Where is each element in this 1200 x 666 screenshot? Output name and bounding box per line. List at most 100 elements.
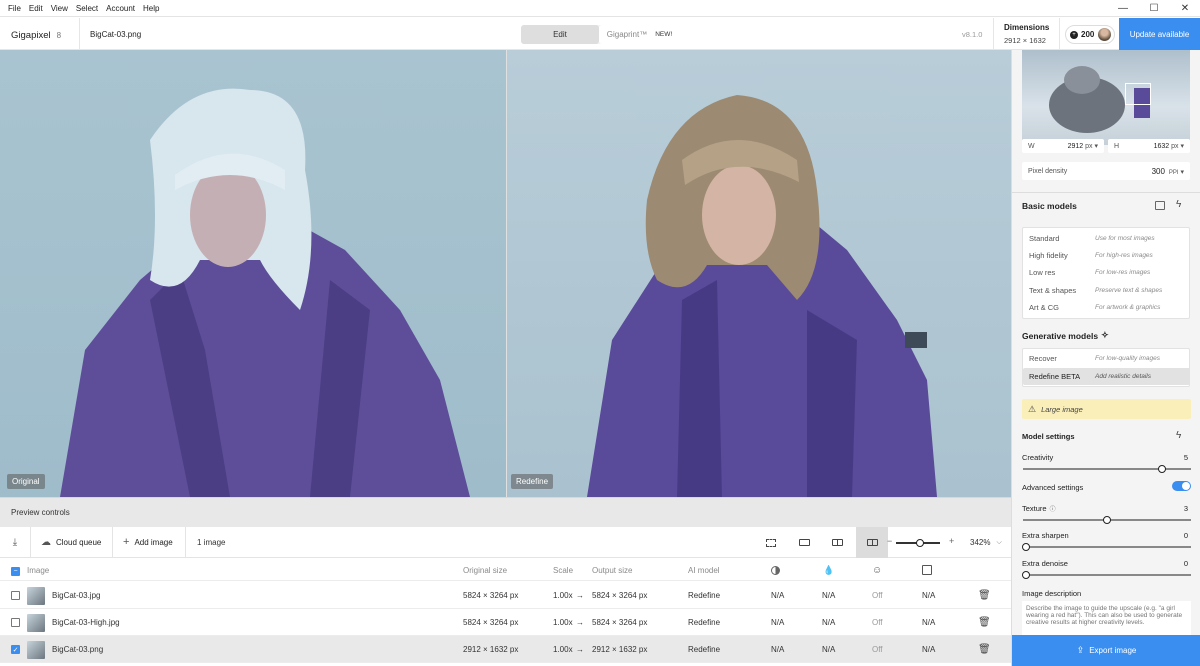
model-high-fidelity[interactable]: High fidelity For high-res images: [1023, 247, 1190, 264]
row-face: Off: [872, 645, 883, 654]
select-all-checkbox[interactable]: −: [11, 567, 20, 576]
sort-button[interactable]: ⤓: [0, 526, 31, 558]
row-sharpen: N/A: [771, 618, 785, 627]
width-field[interactable]: W 2912 px ▾: [1022, 139, 1104, 153]
navigator-thumbnail[interactable]: [1022, 50, 1190, 145]
creativity-slider[interactable]: [1023, 465, 1191, 473]
trash-icon[interactable]: 🗑: [978, 582, 991, 609]
export-image-label: Export image: [1089, 646, 1137, 655]
advanced-settings-toggle[interactable]: [1172, 481, 1191, 491]
col-original-size[interactable]: Original size: [463, 566, 507, 575]
model-recover[interactable]: Recover For low-quality images: [1023, 350, 1190, 367]
split-view-icon: [831, 539, 843, 546]
row-checkbox[interactable]: ✓: [11, 645, 20, 654]
texture-slider-knob[interactable]: [1103, 516, 1111, 524]
fit-view-button[interactable]: [760, 527, 782, 558]
creativity-value: 5: [1183, 453, 1188, 462]
row-extra: N/A: [922, 618, 936, 627]
divider: [1059, 18, 1060, 50]
extra-denoise-knob[interactable]: [1022, 571, 1030, 579]
update-available-button[interactable]: Update available: [1119, 18, 1200, 50]
app-title: Gigapixel 8: [11, 29, 61, 41]
table-row[interactable]: BigCat-03.jpg 5824 × 3264 px 1.00x → 582…: [0, 582, 1011, 609]
extra-sharpen-knob[interactable]: [1022, 543, 1030, 551]
row-thumbnail: [27, 613, 45, 632]
extra-denoise-slider[interactable]: [1022, 571, 1191, 579]
single-view-button[interactable]: [793, 527, 815, 558]
row-checkbox[interactable]: [11, 618, 20, 627]
avatar[interactable]: [1098, 28, 1112, 41]
preview-controls-bar[interactable]: Preview controls: [0, 497, 1011, 527]
trash-icon[interactable]: 🗑: [978, 609, 991, 636]
extra-sharpen-slider[interactable]: [1022, 543, 1191, 551]
menu-select[interactable]: Select: [76, 4, 98, 13]
row-checkbox[interactable]: [11, 591, 20, 600]
zoom-in-button[interactable]: +: [949, 536, 954, 546]
model-text-shapes[interactable]: Text & shapes Preserve text & shapes: [1023, 282, 1190, 299]
navigator-image: [1049, 66, 1150, 133]
menu-edit[interactable]: Edit: [29, 4, 43, 13]
close-button[interactable]: ✕: [1170, 0, 1200, 17]
menu-view[interactable]: View: [51, 4, 68, 13]
model-desc: For low-res images: [1095, 269, 1151, 276]
zoom-dropdown[interactable]: 342% ⌵: [970, 538, 1002, 547]
split-view-button[interactable]: [826, 527, 848, 558]
zoom-slider[interactable]: [896, 539, 940, 547]
warning-text: Large image: [1041, 404, 1083, 414]
col-output-size[interactable]: Output size: [592, 566, 632, 575]
row-output-size: 5824 × 3264 px: [592, 618, 648, 627]
redefine-tag: Redefine: [511, 474, 554, 489]
maximize-button[interactable]: ☐: [1139, 0, 1169, 17]
model-low-res[interactable]: Low res For low-res images: [1023, 264, 1190, 281]
model-redefine[interactable]: Redefine BETA Add realistic details: [1023, 368, 1190, 385]
menu-file[interactable]: File: [8, 4, 21, 13]
table-row[interactable]: BigCat-03-High.jpg 5824 × 3264 px 1.00x …: [0, 609, 1011, 636]
view-mode-group: [760, 527, 888, 558]
preview-canvas[interactable]: Original Redefine: [0, 50, 1011, 497]
row-sharpen: N/A: [771, 591, 785, 600]
col-ai-model[interactable]: AI model: [688, 566, 720, 575]
model-name: Standard: [1029, 234, 1060, 243]
original-pane[interactable]: Original: [0, 50, 506, 497]
redefine-pane[interactable]: Redefine: [507, 50, 1011, 497]
zoom-out-button[interactable]: −: [887, 536, 892, 546]
redefine-image: [587, 95, 937, 497]
add-image-button[interactable]: + Add image: [113, 526, 186, 558]
tab-edit[interactable]: Edit: [521, 25, 599, 44]
lightning-icon[interactable]: ϟ: [1176, 430, 1181, 441]
menu-help[interactable]: Help: [143, 4, 159, 13]
side-by-side-button[interactable]: [856, 527, 888, 558]
original-tag: Original: [7, 474, 45, 489]
pixel-density-field[interactable]: Pixel density 300 PPI ▾: [1022, 162, 1190, 180]
navigator-viewport[interactable]: [1125, 83, 1151, 105]
credits-pill[interactable]: + 200: [1065, 25, 1115, 44]
extra-sharpen-label: Extra sharpen: [1022, 531, 1069, 540]
model-standard[interactable]: Standard Use for most images: [1023, 230, 1190, 247]
export-image-button[interactable]: ⇪ Export image: [1012, 635, 1200, 666]
file-name: BigCat-03.png: [90, 30, 142, 39]
row-extra: N/A: [922, 591, 936, 600]
app-version: v8.1.0: [962, 30, 983, 39]
trash-icon[interactable]: 🗑: [978, 636, 991, 663]
col-image[interactable]: Image: [27, 566, 49, 575]
creativity-slider-knob[interactable]: [1158, 465, 1167, 473]
menu-account[interactable]: Account: [106, 4, 135, 13]
tab-gigaprint[interactable]: Gigaprint™ NEW!: [599, 25, 680, 44]
compare-icon[interactable]: [1155, 201, 1165, 210]
cloud-queue-button[interactable]: ☁ Cloud queue: [31, 526, 113, 558]
image-description-input[interactable]: [1022, 601, 1191, 636]
height-field[interactable]: H 1632 px ▾: [1108, 139, 1190, 153]
table-row[interactable]: ✓ BigCat-03.png 2912 × 1632 px 1.00x → 2…: [0, 636, 1011, 663]
minimize-button[interactable]: —: [1108, 0, 1138, 17]
row-ai-model: Redefine: [688, 645, 721, 654]
model-art-cg[interactable]: Art & CG For artwork & graphics: [1023, 299, 1190, 316]
row-original-size: 2912 × 1632 px: [463, 645, 519, 654]
layout-col-icon: [922, 565, 932, 575]
texture-slider[interactable]: [1023, 516, 1191, 524]
col-scale[interactable]: Scale: [553, 566, 573, 575]
info-icon[interactable]: ⓘ: [1050, 504, 1056, 513]
model-name: Text & shapes: [1029, 286, 1077, 295]
dimensions-value: 2912 × 1632: [1004, 36, 1046, 45]
row-thumbnail: [27, 586, 45, 605]
lightning-icon[interactable]: ϟ: [1176, 199, 1181, 210]
